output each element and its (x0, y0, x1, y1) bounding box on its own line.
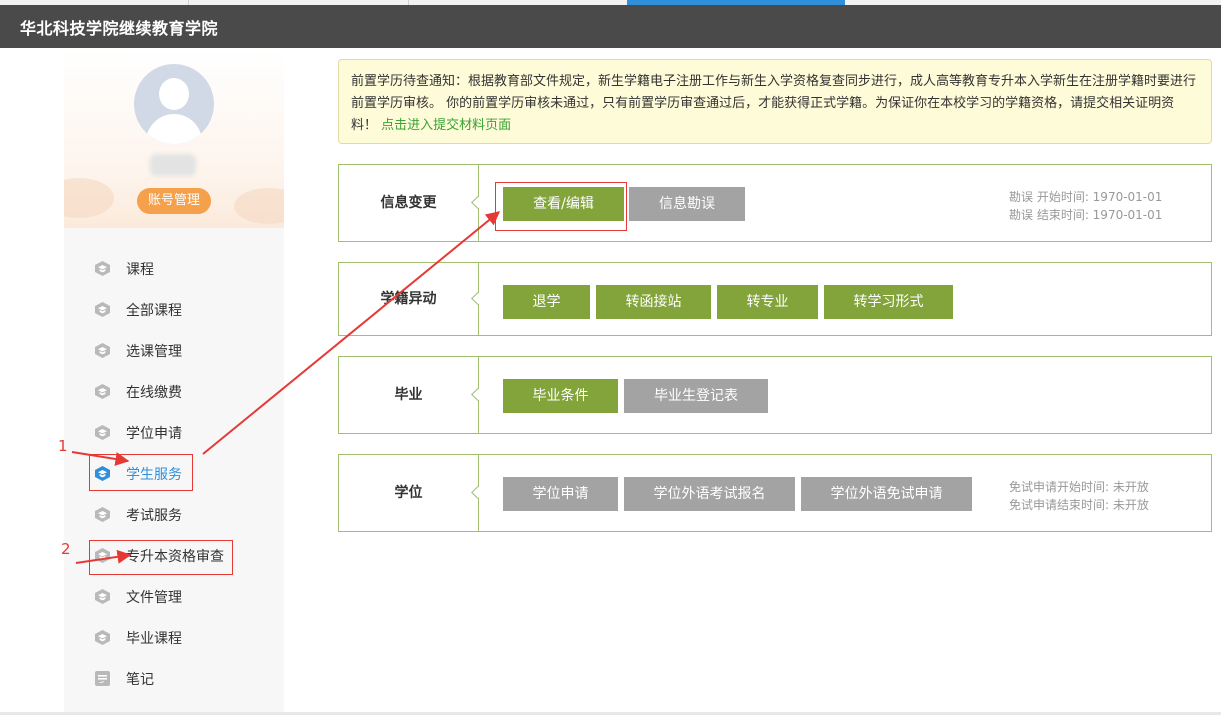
page: 华北科技学院继续教育学院 账号管理 课程 全部课程 选课管理 在线缴费 学位申请… (0, 0, 1221, 715)
arrow-2 (75, 549, 132, 564)
annotation-arrows (71, 211, 501, 564)
arrow-to-view-edit (202, 211, 501, 455)
arrow-1 (71, 451, 130, 466)
